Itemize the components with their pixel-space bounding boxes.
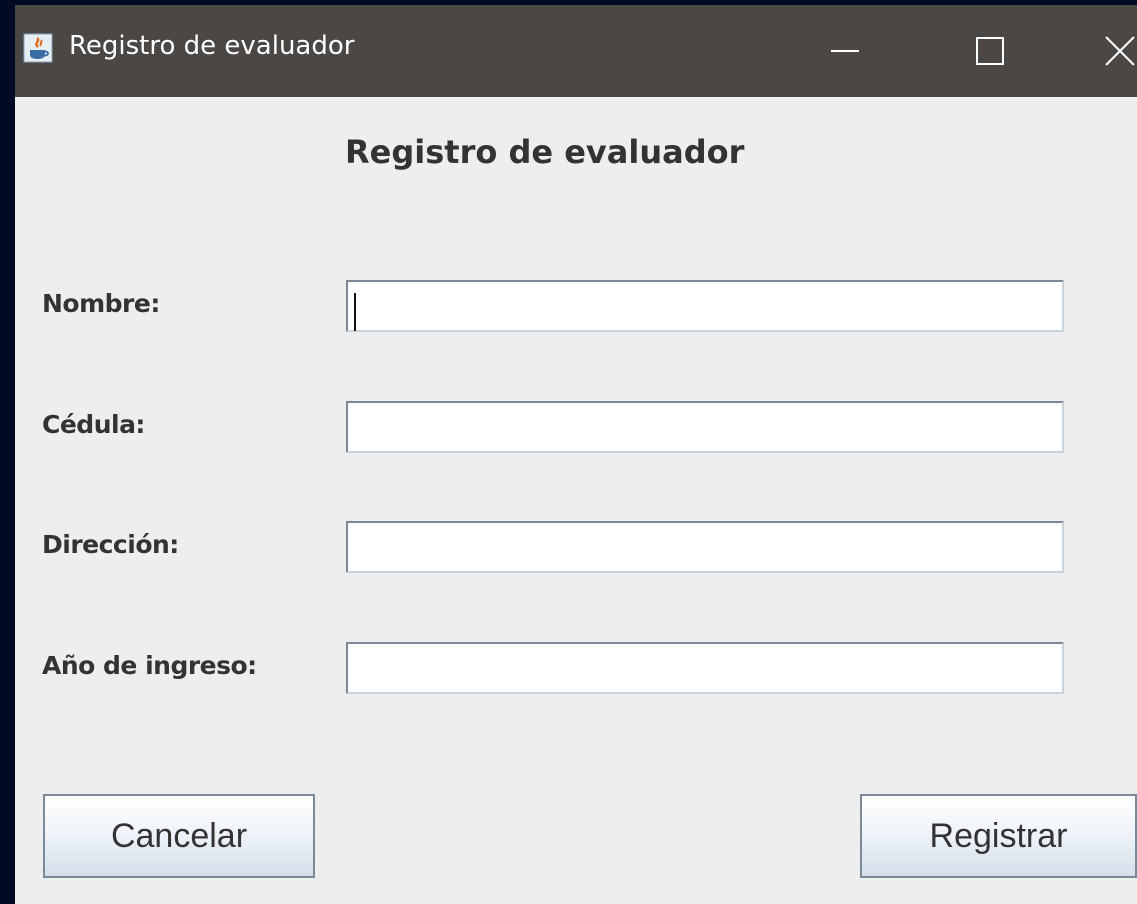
nombre-field[interactable] [346, 280, 1064, 332]
registration-window: Registro de evaluador Registro de evalua… [15, 5, 1137, 904]
direccion-label: Dirección: [42, 530, 179, 559]
text-caret [354, 293, 356, 331]
form-heading: Registro de evaluador [345, 133, 745, 171]
minimize-button[interactable] [815, 21, 875, 81]
register-button[interactable]: Registrar [860, 794, 1137, 878]
window-title: Registro de evaluador [69, 31, 355, 61]
minimize-icon [831, 50, 859, 52]
anio-ingreso-field[interactable] [346, 642, 1064, 694]
close-button[interactable] [1090, 21, 1137, 81]
direccion-field[interactable] [346, 521, 1064, 573]
cedula-label: Cédula: [42, 410, 145, 439]
maximize-icon [976, 37, 1004, 65]
anio-ingreso-label: Año de ingreso: [42, 651, 257, 680]
maximize-button[interactable] [960, 21, 1020, 81]
java-app-icon [23, 33, 53, 63]
nombre-label: Nombre: [42, 289, 160, 318]
title-bar[interactable]: Registro de evaluador [15, 5, 1137, 97]
close-icon [1105, 36, 1135, 66]
cedula-field[interactable] [346, 401, 1064, 453]
cancel-button[interactable]: Cancelar [43, 794, 315, 878]
